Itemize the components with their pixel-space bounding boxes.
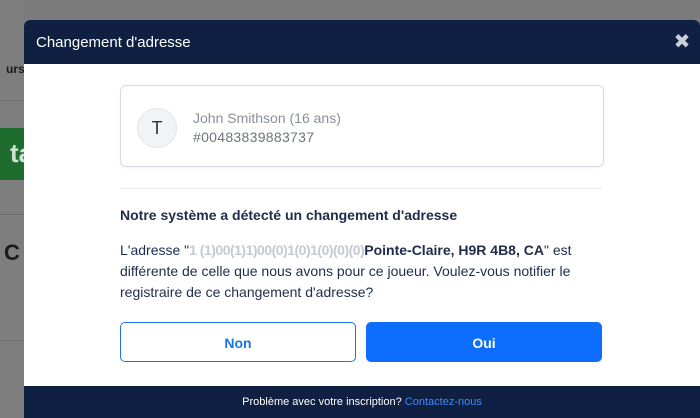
message-prefix: L'adresse " <box>120 242 190 258</box>
background-divider <box>0 100 24 101</box>
modal-footer: Problème avec votre inscription? Contact… <box>24 386 700 418</box>
obscured-address: 1 (1)00(1)1)00(0)1(0)1(0)(0)(0) <box>189 242 365 258</box>
background-text-fragment: urs <box>6 62 25 76</box>
player-card: T John Smithson (16 ans) #00483839883737 <box>120 85 604 167</box>
footer-text: Problème avec votre inscription? <box>242 396 405 408</box>
background-green-button: ta <box>0 128 33 180</box>
modal-header: Changement d'adresse ✖ <box>24 20 700 64</box>
address-visible: Pointe-Claire, H9R 4B8, CA <box>364 242 544 258</box>
divider <box>120 188 602 189</box>
no-button[interactable]: Non <box>120 322 356 362</box>
background-divider <box>0 340 24 341</box>
player-id: #00483839883737 <box>193 129 315 145</box>
player-name: John Smithson (16 ans) <box>193 110 341 126</box>
background-heading-fragment: C <box>4 240 20 265</box>
address-change-modal: Changement d'adresse ✖ T John Smithson (… <box>24 20 700 418</box>
avatar: T <box>137 108 177 148</box>
yes-button[interactable]: Oui <box>366 322 602 362</box>
background-divider <box>0 214 24 215</box>
detection-heading: Notre système a détecté un changement d'… <box>120 207 458 223</box>
address-message: L'adresse "1 (1)00(1)1)00(0)1(0)1(0)(0)(… <box>120 240 620 303</box>
modal-title: Changement d'adresse <box>36 33 191 51</box>
close-icon[interactable]: ✖ <box>672 32 692 52</box>
contact-link[interactable]: Contactez-nous <box>405 396 482 408</box>
